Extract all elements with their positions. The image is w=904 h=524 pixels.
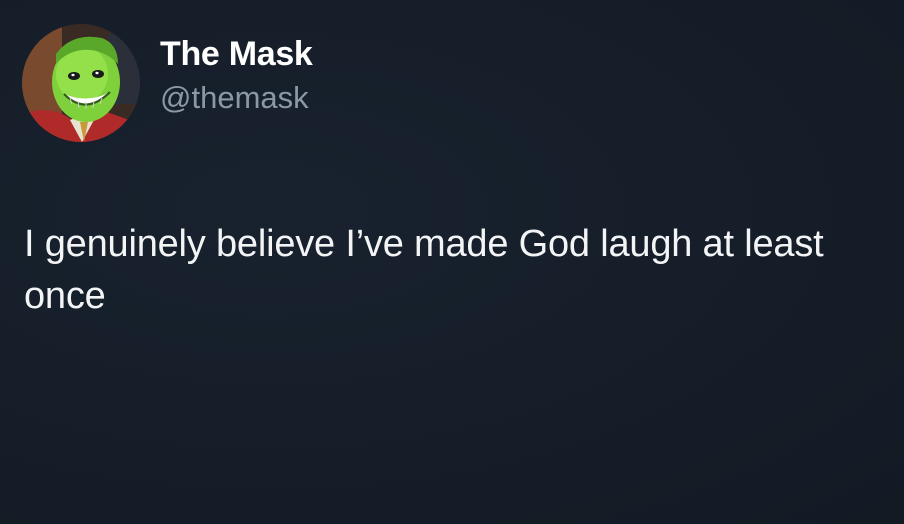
mask-face-icon (22, 24, 140, 142)
tweet-header: The Mask @themask (22, 24, 313, 142)
author-names: The Mask @themask (160, 34, 313, 118)
author-display-name[interactable]: The Mask (160, 34, 313, 74)
tweet-card: The Mask @themask I genuinely believe I’… (0, 0, 904, 524)
tweet-text: I genuinely believe I’ve made God laugh … (24, 223, 824, 317)
avatar[interactable] (22, 24, 140, 142)
author-handle[interactable]: @themask (160, 78, 313, 118)
